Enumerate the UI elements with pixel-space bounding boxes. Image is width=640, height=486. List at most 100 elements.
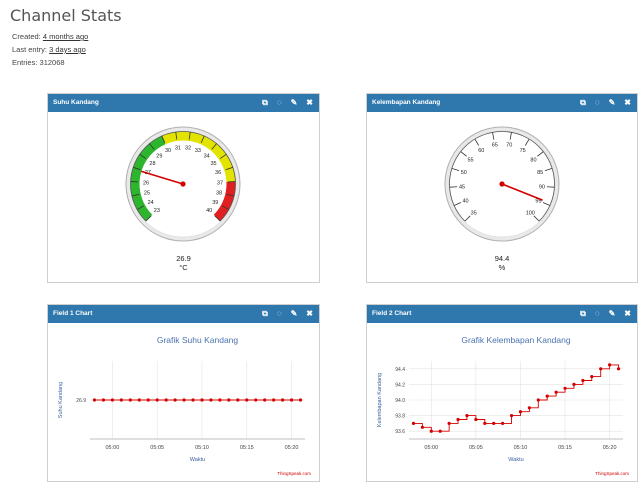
data-point[interactable] — [209, 398, 213, 402]
pencil-icon[interactable]: ✎ — [291, 94, 298, 112]
entries-value: 312068 — [39, 58, 65, 67]
close-icon[interactable]: ✖ — [306, 94, 313, 112]
data-point[interactable] — [411, 421, 416, 425]
last-entry-row: Last entry: 3 days ago — [12, 43, 88, 56]
y-tick-label: 26.9 — [76, 398, 86, 404]
data-point[interactable] — [599, 367, 603, 371]
data-point[interactable] — [545, 394, 549, 398]
pencil-icon[interactable]: ✎ — [609, 305, 616, 323]
data-point[interactable] — [110, 398, 114, 402]
widget-toolbar: ⧉ ◌ ✎ ✖ — [262, 305, 313, 323]
gauge-tick-label: 80 — [530, 157, 536, 163]
gauge-tick-label: 33 — [195, 148, 201, 154]
data-point[interactable] — [227, 398, 231, 402]
data-point[interactable] — [563, 386, 567, 390]
external-link-icon[interactable]: ⧉ — [580, 94, 586, 112]
data-point[interactable] — [456, 417, 460, 422]
data-point[interactable] — [289, 398, 294, 402]
data-point[interactable] — [101, 398, 106, 402]
comment-icon[interactable]: ◌ — [595, 94, 600, 112]
x-tick-label: 05:10 — [195, 445, 209, 451]
data-point[interactable] — [92, 398, 97, 402]
data-point[interactable] — [218, 398, 222, 402]
data-point[interactable] — [182, 398, 186, 402]
thingspeak-credit-link[interactable]: ThingSpeak.com — [277, 471, 311, 476]
data-point[interactable] — [137, 398, 141, 402]
data-point[interactable] — [298, 398, 303, 402]
pencil-icon[interactable]: ✎ — [609, 94, 616, 112]
data-point[interactable] — [420, 425, 424, 429]
close-icon[interactable]: ✖ — [306, 305, 313, 323]
data-point[interactable] — [263, 398, 267, 402]
gauge-value: 94.4 — [494, 254, 510, 263]
chart-title: Grafik Suhu Kandang — [157, 335, 239, 345]
x-axis-label: Waktu — [190, 457, 205, 463]
gauge-tick-label: 90 — [539, 184, 545, 190]
data-point[interactable] — [474, 417, 478, 422]
data-point[interactable] — [501, 421, 505, 425]
data-point[interactable] — [245, 398, 249, 402]
y-tick-label: 94.0 — [395, 398, 405, 404]
data-point[interactable] — [272, 398, 276, 402]
data-point[interactable] — [254, 398, 258, 402]
data-point[interactable] — [518, 410, 523, 414]
data-point[interactable] — [429, 429, 433, 433]
external-link-icon[interactable]: ⧉ — [262, 305, 268, 323]
data-point[interactable] — [465, 414, 469, 418]
pencil-icon[interactable]: ✎ — [291, 305, 298, 323]
data-point[interactable] — [527, 406, 531, 410]
data-point[interactable] — [616, 367, 621, 371]
x-tick-label: 05:05 — [469, 445, 483, 451]
comment-icon[interactable]: ◌ — [277, 305, 282, 323]
y-axis-label: Kelembapan Kandang — [377, 373, 383, 427]
data-point[interactable] — [590, 375, 594, 379]
data-point[interactable] — [146, 398, 150, 402]
data-point[interactable] — [191, 398, 195, 402]
widget-header: Kelembapan Kandang ⧉ ◌ ✎ ✖ — [367, 94, 637, 112]
widget-suhu-kandang: Suhu Kandang ⧉ ◌ ✎ ✖ 2324252627282930313… — [47, 93, 320, 283]
data-point[interactable] — [492, 421, 496, 425]
field-2-line-chart: Grafik Kelembapan Kandang 93.6 93.8 94.0 94.… — [377, 335, 629, 476]
data-point[interactable] — [438, 429, 442, 433]
data-point[interactable] — [554, 390, 558, 394]
created-row: Created: 4 months ago — [12, 30, 88, 43]
close-icon[interactable]: ✖ — [624, 305, 631, 323]
gauge-tick-label: 60 — [478, 148, 484, 154]
entries-label: Entries: — [12, 58, 38, 67]
created-link[interactable]: 4 months ago — [43, 32, 88, 41]
comment-icon[interactable]: ◌ — [595, 305, 600, 323]
widget-title: Field 1 Chart — [53, 310, 93, 317]
data-point[interactable] — [164, 398, 168, 402]
widget-header: Suhu Kandang ⧉ ◌ ✎ ✖ — [48, 94, 319, 112]
comment-icon[interactable]: ◌ — [277, 94, 282, 112]
data-point[interactable] — [447, 421, 451, 425]
data-point[interactable] — [572, 382, 576, 386]
data-point[interactable] — [483, 421, 487, 425]
external-link-icon[interactable]: ⧉ — [580, 305, 586, 323]
gauge-tick-label: 31 — [175, 145, 181, 151]
data-point[interactable] — [155, 398, 159, 402]
external-link-icon[interactable]: ⧉ — [262, 94, 268, 112]
thingspeak-credit-link[interactable]: ThingSpeak.com — [595, 471, 629, 476]
widget-toolbar: ⧉ ◌ ✎ ✖ — [580, 94, 631, 112]
last-entry-link[interactable]: 3 days ago — [49, 45, 86, 54]
gauge-tick-label: 40 — [462, 198, 468, 204]
data-point[interactable] — [608, 363, 612, 367]
y-tick-label: 93.8 — [395, 414, 405, 420]
data-point[interactable] — [128, 398, 132, 402]
widget-header: Field 1 Chart ⧉ ◌ ✎ ✖ — [48, 305, 319, 323]
data-point[interactable] — [281, 398, 285, 402]
data-point[interactable] — [581, 378, 585, 383]
data-point[interactable] — [509, 414, 514, 418]
x-tick-label: 05:20 — [285, 445, 299, 451]
data-point[interactable] — [119, 398, 123, 402]
gauge-tick-label: 34 — [204, 154, 210, 160]
gauge-tick-label: 40 — [206, 208, 212, 214]
data-point[interactable] — [236, 398, 240, 402]
gauge-tick-label: 36 — [215, 170, 221, 176]
data-point[interactable] — [536, 398, 540, 402]
widget-toolbar: ⧉ ◌ ✎ ✖ — [262, 94, 313, 112]
data-point[interactable] — [173, 398, 177, 402]
data-point[interactable] — [200, 398, 204, 402]
close-icon[interactable]: ✖ — [624, 94, 631, 112]
